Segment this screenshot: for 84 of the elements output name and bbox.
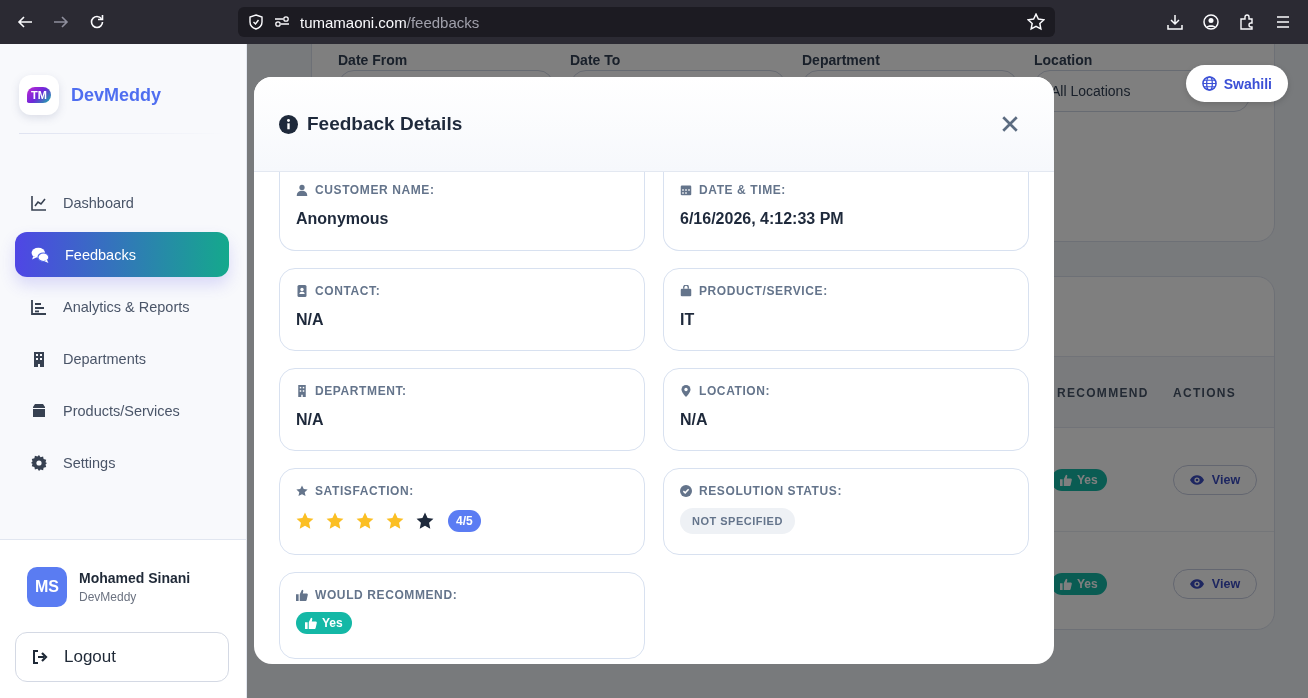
info-icon bbox=[279, 114, 298, 134]
status-badge: NOT SPECIFIED bbox=[680, 508, 795, 534]
view-button[interactable]: View bbox=[1173, 464, 1257, 495]
bag-icon bbox=[680, 285, 692, 297]
back-arrow-icon bbox=[17, 14, 33, 30]
globe-icon bbox=[1201, 76, 1217, 91]
filter-label: Department bbox=[802, 52, 881, 70]
field-label: LOCATION: bbox=[699, 384, 771, 398]
box-icon bbox=[31, 402, 47, 419]
field-value: IT bbox=[680, 311, 696, 329]
download-icon bbox=[1167, 14, 1183, 30]
account-button[interactable] bbox=[1200, 11, 1222, 33]
field-value: 6/16/2026, 4:12:33 PM bbox=[680, 210, 845, 228]
shield-icon bbox=[248, 14, 264, 30]
field-label: CONTACT: bbox=[315, 284, 381, 298]
check-circle-icon bbox=[680, 485, 692, 497]
field-label: CUSTOMER NAME: bbox=[315, 183, 435, 197]
rating-badge: 4/5 bbox=[448, 510, 481, 532]
nav-item[interactable]: Dashboard bbox=[15, 180, 229, 225]
filter-label: Date To bbox=[570, 52, 622, 70]
thumbs-up-icon bbox=[1060, 577, 1072, 590]
url-text: tumamaoni.com/feedbacks bbox=[300, 13, 481, 31]
close-icon bbox=[1001, 115, 1019, 133]
star-icon bbox=[326, 512, 344, 530]
permissions-icon bbox=[274, 14, 290, 30]
address-bar[interactable]: tumamaoni.com/feedbacks bbox=[238, 7, 1055, 37]
building-icon bbox=[296, 385, 308, 397]
bookmark-star-icon bbox=[1027, 13, 1045, 31]
recommend-badge: Yes bbox=[1051, 468, 1107, 491]
language-button[interactable]: Swahili bbox=[1185, 65, 1288, 102]
building-icon bbox=[31, 350, 47, 367]
chat-icon bbox=[31, 245, 49, 264]
eye-icon bbox=[1189, 472, 1204, 487]
reload-icon bbox=[89, 14, 105, 30]
column-header: RECOMMEND bbox=[1057, 386, 1149, 400]
field-label: DEPARTMENT: bbox=[315, 384, 407, 398]
star-icon bbox=[356, 512, 374, 530]
star-icon bbox=[296, 485, 308, 497]
user-organization: DevMeddy bbox=[79, 590, 138, 604]
field-value: N/A bbox=[296, 411, 325, 429]
app-logo: TM bbox=[19, 75, 59, 115]
chart-icon bbox=[31, 194, 47, 211]
filter-label: Date From bbox=[338, 52, 409, 70]
dialog-title: Feedback Details bbox=[307, 113, 463, 135]
recommend-badge: Yes bbox=[1051, 572, 1107, 595]
person-icon bbox=[296, 184, 308, 196]
view-button[interactable]: View bbox=[1173, 568, 1257, 599]
column-header: ACTIONS bbox=[1173, 386, 1237, 400]
gear-icon bbox=[31, 454, 47, 471]
forward-arrow-icon bbox=[53, 14, 69, 30]
field-value: N/A bbox=[680, 411, 709, 429]
user-avatar: MS bbox=[27, 567, 67, 607]
field-value: Anonymous bbox=[296, 210, 390, 228]
user-name: Mohamed Sinani bbox=[79, 570, 191, 586]
field-label: PRODUCT/SERVICE: bbox=[699, 284, 828, 298]
field-label: WOULD RECOMMEND: bbox=[315, 588, 458, 602]
thumbs-up-icon bbox=[305, 617, 317, 629]
field-label: SATISFACTION: bbox=[315, 484, 414, 498]
nav-item[interactable]: Settings bbox=[15, 440, 229, 485]
nav-item[interactable]: Feedbacks bbox=[15, 232, 229, 277]
field-label: RESOLUTION STATUS: bbox=[699, 484, 843, 498]
filter-label: Location bbox=[1034, 52, 1094, 70]
menu-icon bbox=[1275, 14, 1291, 30]
contact-card-icon bbox=[296, 285, 308, 297]
nav-item[interactable]: Products/Services bbox=[15, 388, 229, 433]
puzzle-icon bbox=[1239, 14, 1255, 30]
bar-chart-icon bbox=[31, 298, 47, 315]
account-icon bbox=[1203, 14, 1219, 30]
star-icon bbox=[386, 512, 404, 530]
field-label: DATE & TIME: bbox=[699, 183, 786, 197]
nav-item[interactable]: Analytics & Reports bbox=[15, 284, 229, 329]
calendar-icon bbox=[680, 184, 692, 196]
recommend-badge: Yes bbox=[296, 612, 352, 634]
star-icon bbox=[416, 512, 434, 530]
logout-button[interactable]: Logout bbox=[15, 632, 229, 682]
field-value: N/A bbox=[296, 311, 325, 329]
logout-icon bbox=[32, 649, 48, 665]
nav-item[interactable]: Departments bbox=[15, 336, 229, 381]
map-pin-icon bbox=[680, 385, 692, 397]
star-icon bbox=[296, 512, 314, 530]
brand-name: DevMeddy bbox=[71, 84, 162, 106]
eye-icon bbox=[1189, 576, 1204, 591]
thumbs-up-icon bbox=[1060, 473, 1072, 486]
thumbs-up-icon bbox=[296, 589, 308, 601]
